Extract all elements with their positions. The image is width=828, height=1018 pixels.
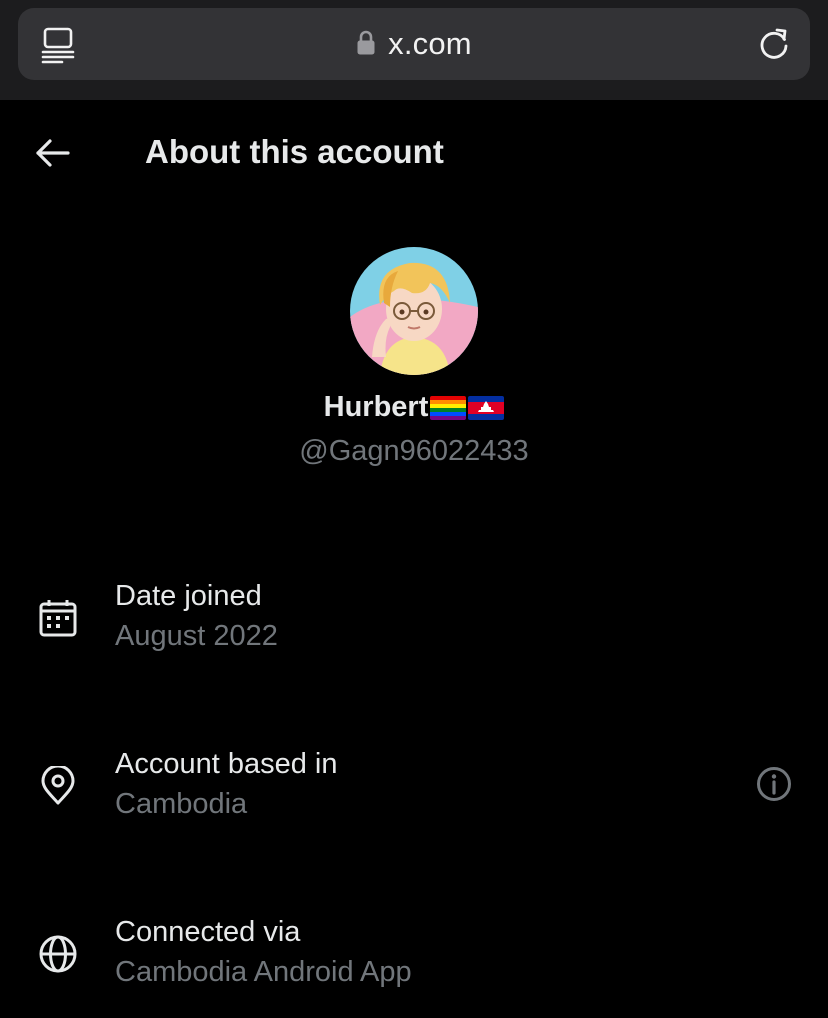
account-handle: @Gagn96022433 bbox=[299, 435, 529, 467]
url-text[interactable]: x.com bbox=[388, 26, 472, 62]
rainbow-flag-icon bbox=[430, 395, 467, 420]
date-joined-label: Date joined bbox=[115, 580, 262, 612]
info-icon[interactable] bbox=[756, 766, 792, 802]
date-joined-row: Date joined August 2022 bbox=[0, 580, 828, 670]
lock-icon bbox=[357, 30, 375, 55]
display-name-row: Hurbert bbox=[0, 391, 828, 424]
globe-icon bbox=[39, 935, 77, 973]
address-bar[interactable]: x.com bbox=[18, 8, 810, 80]
calendar-icon bbox=[39, 600, 77, 637]
display-name: Hurbert bbox=[323, 391, 429, 423]
browser-toolbar: x.com bbox=[0, 0, 828, 100]
page-header: About this account bbox=[0, 100, 828, 206]
avatar[interactable] bbox=[350, 247, 478, 375]
connected-via-value: Cambodia Android App bbox=[115, 956, 412, 988]
connected-via-row: Connected via Cambodia Android App bbox=[0, 916, 828, 1006]
account-based-in-label: Account based in bbox=[115, 748, 338, 780]
page-title: About this account bbox=[145, 133, 444, 170]
reload-icon[interactable] bbox=[756, 26, 792, 62]
cambodia-flag-icon bbox=[468, 395, 505, 420]
location-pin-icon bbox=[41, 766, 75, 805]
account-based-in-value: Cambodia bbox=[115, 788, 248, 820]
back-arrow-icon[interactable] bbox=[34, 136, 72, 170]
date-joined-value: August 2022 bbox=[115, 620, 278, 652]
connected-via-label: Connected via bbox=[115, 916, 301, 948]
account-location-row: Account based in Cambodia bbox=[0, 748, 828, 838]
